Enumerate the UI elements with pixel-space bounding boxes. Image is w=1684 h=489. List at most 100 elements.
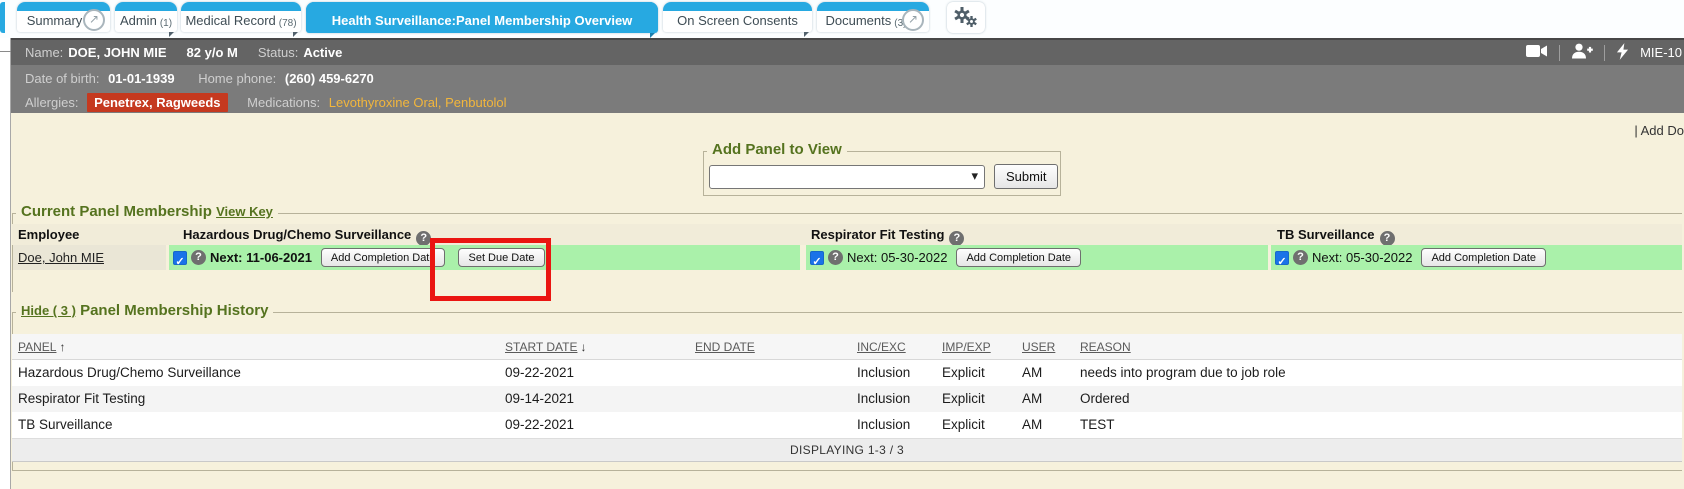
dob-value: 01-01-1939	[108, 71, 175, 86]
check-icon: ✓	[1277, 256, 1286, 268]
tb-panel-cell: ✓ ? Next: 05-30-2022 Add Completion Date	[1271, 245, 1682, 270]
submit-button[interactable]: Submit	[994, 164, 1058, 189]
column-header-respirator: Respirator Fit Testing	[811, 227, 944, 242]
next-label: Next:	[210, 250, 243, 265]
cell-reason: Ordered	[1080, 386, 1130, 412]
help-icon[interactable]: ?	[1380, 231, 1395, 246]
history-row: Hazardous Drug/Chemo Surveillance 09-22-…	[12, 360, 1682, 386]
panel-enrolled-checkbox[interactable]: ✓	[1275, 251, 1289, 265]
column-header-inc-exc[interactable]: INC/EXC	[857, 334, 906, 360]
view-key-link[interactable]: View Key	[216, 204, 273, 219]
phone-value: (260) 459-6270	[285, 71, 374, 86]
add-person-icon[interactable]	[1571, 43, 1593, 62]
external-link-icon[interactable]: ↗	[902, 9, 924, 31]
cell-panel: Hazardous Drug/Chemo Surveillance	[18, 360, 241, 386]
tab-label: Health Surveillance:Panel Membership Ove…	[306, 13, 658, 28]
tab-documents[interactable]: Documents(3) ↗	[817, 2, 929, 32]
select-value	[710, 169, 716, 184]
sort-desc-icon: ↓	[580, 340, 586, 354]
left-frame-gutter	[0, 38, 11, 489]
column-header-employee: Employee	[18, 224, 79, 245]
patient-status: Active	[303, 45, 342, 60]
page: Summary ↗ Admin(1) Medical Record(78) He…	[0, 0, 1684, 489]
employee-link[interactable]: Doe, John MIE	[18, 250, 104, 265]
tab-summary[interactable]: Summary ↗	[17, 2, 110, 32]
respirator-panel-cell: ✓ ? Next: 05-30-2022 Add Completion Date	[806, 245, 1268, 270]
header-icon-cluster: MIE-10	[1526, 40, 1682, 65]
allergy-badge[interactable]: Penetrex, Ragweeds	[87, 93, 227, 112]
phone-label: Home phone:	[198, 71, 276, 86]
current-panel-header-row: Employee Hazardous Drug/Chemo Surveillan…	[12, 224, 1682, 245]
column-header-user[interactable]: USER	[1022, 334, 1055, 360]
tab-health-surveillance[interactable]: Health Surveillance:Panel Membership Ove…	[306, 2, 658, 33]
column-header-start-date[interactable]: START DATE↓	[505, 334, 586, 360]
help-icon[interactable]: ?	[191, 250, 206, 265]
cell-user: AM	[1022, 412, 1042, 438]
status-label: Status:	[258, 45, 298, 60]
tab-bar: Summary ↗ Admin(1) Medical Record(78) He…	[0, 0, 1684, 38]
employee-cell: Doe, John MIE	[13, 245, 166, 270]
settings-gear-button[interactable]	[947, 2, 985, 33]
hazardous-panel-cell: ✓ ? Next: 11-06-2021 Add Completion Date…	[169, 245, 800, 270]
tab-on-screen-consents[interactable]: On Screen Consents	[663, 2, 812, 32]
add-panel-legend: Add Panel to View	[707, 141, 847, 158]
tab-medical-record[interactable]: Medical Record(78)	[181, 2, 301, 32]
medications-list[interactable]: Levothyroxine Oral, Penbutolol	[329, 95, 507, 110]
patient-header-secondary: Date of birth: 01-01-1939 Home phone: (2…	[11, 65, 1684, 113]
panel-enrolled-checkbox[interactable]: ✓	[810, 251, 824, 265]
chart-id: MIE-10	[1640, 45, 1682, 60]
column-header-reason[interactable]: REASON	[1080, 334, 1131, 360]
name-label: Name:	[25, 45, 63, 60]
main-content: | Add Do Add Panel to View ▾ Submit Curr…	[11, 113, 1684, 489]
patient-name: DOE, JOHN MIE	[68, 45, 166, 60]
column-header-tb: TB Surveillance	[1277, 227, 1375, 242]
help-icon[interactable]: ?	[949, 231, 964, 246]
history-row: Respirator Fit Testing 09-14-2021 Inclus…	[12, 386, 1682, 412]
cell-start-date: 09-22-2021	[505, 412, 574, 438]
add-panel-fieldset: Add Panel to View ▾ Submit	[703, 151, 1061, 196]
allergies-label: Allergies:	[25, 95, 78, 110]
set-due-date-button[interactable]: Set Due Date	[458, 248, 544, 267]
check-icon: ✓	[812, 256, 821, 268]
history-header-row: PANEL↑ START DATE↓ END DATE INC/EXC IMP/…	[12, 334, 1682, 360]
external-link-icon[interactable]: ↗	[83, 9, 105, 31]
cell-start-date: 09-14-2021	[505, 386, 574, 412]
allergies-meds-row: Allergies: Penetrex, Ragweeds Medication…	[11, 91, 1684, 115]
add-completion-date-button[interactable]: Add Completion Date	[321, 248, 446, 267]
help-icon[interactable]: ?	[828, 250, 843, 265]
cell-reason: TEST	[1080, 412, 1115, 438]
dob-label: Date of birth:	[25, 71, 99, 86]
panel-enrolled-checkbox[interactable]: ✓	[173, 251, 187, 265]
hide-history-link[interactable]: Hide ( 3 )	[21, 303, 76, 318]
separator: |	[1634, 123, 1637, 138]
next-label: Next:	[1312, 250, 1342, 265]
cell-imp-exp: Explicit	[942, 386, 985, 412]
tab-admin[interactable]: Admin(1)	[115, 2, 177, 32]
column-header-panel[interactable]: PANEL↑	[18, 334, 65, 360]
add-completion-date-button[interactable]: Add Completion Date	[1421, 248, 1546, 267]
next-date: 05-30-2022	[1346, 250, 1413, 265]
video-call-icon[interactable]	[1526, 44, 1548, 61]
column-header-end-date[interactable]: END DATE	[695, 334, 755, 360]
tab-label: On Screen Consents	[663, 13, 812, 28]
next-date: 05-30-2022	[881, 250, 948, 265]
cell-start-date: 09-22-2021	[505, 360, 574, 386]
add-document-link[interactable]: Add Do	[1641, 123, 1684, 138]
next-label: Next:	[847, 250, 877, 265]
tab-label: Admin	[120, 13, 157, 28]
help-icon[interactable]: ?	[416, 231, 431, 246]
add-panel-select[interactable]: ▾	[709, 165, 985, 189]
add-document-link-row: | Add Do	[1634, 123, 1684, 138]
tab-count: (78)	[279, 18, 297, 29]
next-date: 11-06-2021	[246, 250, 312, 265]
small-gear-icon	[966, 16, 977, 27]
column-header-hazardous: Hazardous Drug/Chemo Surveillance	[183, 227, 411, 242]
patient-header-primary: Name: DOE, JOHN MIE 82 y/o M Status: Act…	[11, 38, 1684, 65]
add-completion-date-button[interactable]: Add Completion Date	[956, 248, 1081, 267]
history-row: TB Surveillance 09-22-2021 Inclusion Exp…	[12, 412, 1682, 438]
help-icon[interactable]: ?	[1293, 250, 1308, 265]
column-header-imp-exp[interactable]: IMP/EXP	[942, 334, 991, 360]
patient-age-sex: 82 y/o M	[187, 45, 238, 60]
lightning-icon[interactable]	[1616, 43, 1629, 63]
cell-reason: needs into program due to job role	[1080, 360, 1286, 386]
